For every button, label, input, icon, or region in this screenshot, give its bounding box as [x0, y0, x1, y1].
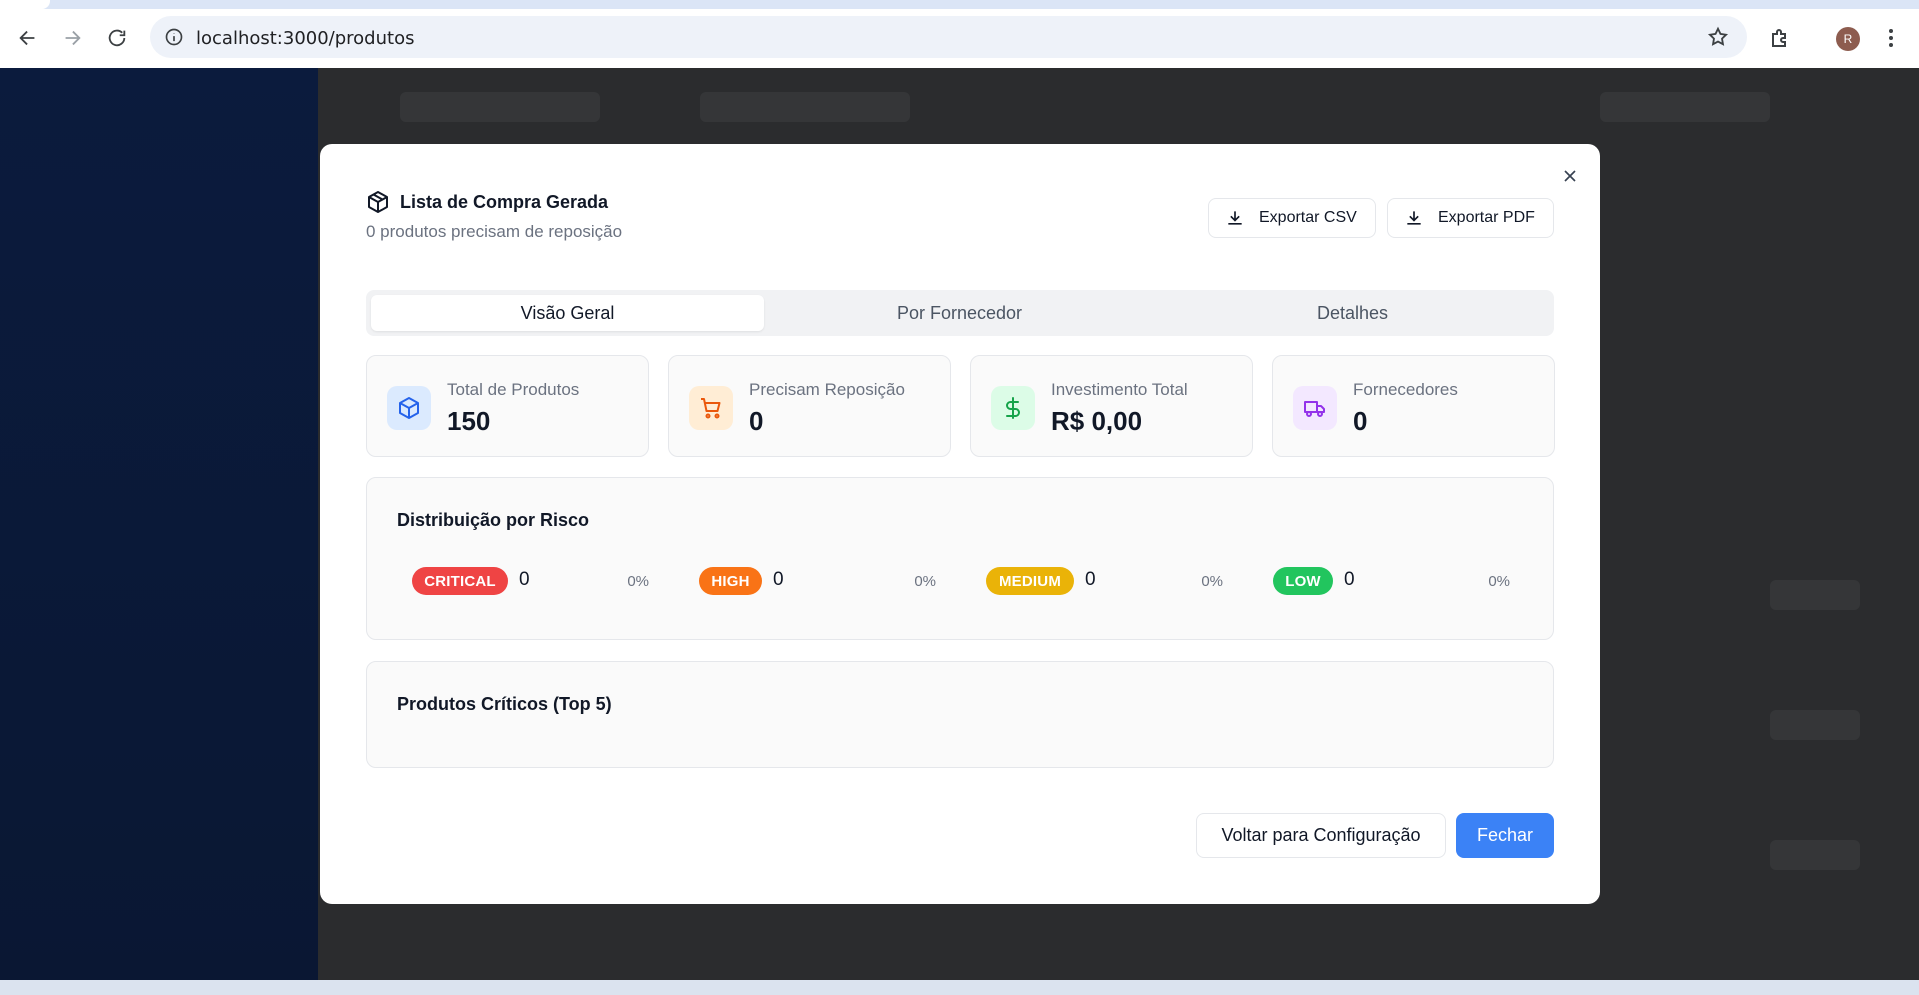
address-bar[interactable]: localhost:3000/produtos: [150, 16, 1747, 58]
backdrop-action-block: [1770, 840, 1860, 870]
stat-value: 0: [749, 406, 764, 436]
critical-products-panel: Produtos Críticos (Top 5): [366, 661, 1554, 768]
stat-value: 0: [1353, 406, 1368, 436]
reload-icon[interactable]: [103, 24, 131, 52]
stat-label: Investimento Total: [1051, 380, 1188, 399]
risk-percent: 0%: [914, 573, 936, 590]
risk-percent: 0%: [627, 573, 649, 590]
stat-label: Precisam Reposição: [749, 380, 905, 399]
export-pdf-label: Exportar PDF: [1438, 209, 1535, 226]
truck-icon: [1293, 386, 1337, 430]
stat-card-total-produtos: Total de Produtos 150: [366, 355, 649, 457]
export-pdf-button[interactable]: Exportar PDF: [1387, 198, 1554, 238]
tab-por-fornecedor[interactable]: Por Fornecedor: [763, 295, 1156, 331]
browser-menu-icon[interactable]: [1886, 26, 1896, 50]
stat-card-investimento-total: Investimento Total R$ 0,00: [970, 355, 1253, 457]
risk-distribution-panel: Distribuição por Risco CRITICAL 0 0% HIG…: [366, 477, 1554, 640]
panel-title: Produtos Críticos (Top 5): [397, 694, 612, 714]
dollar-icon: [991, 386, 1035, 430]
risk-badge-critical: CRITICAL: [412, 567, 508, 595]
panel-title: Distribuição por Risco: [397, 510, 590, 530]
browser-toolbar: localhost:3000/produtos R: [0, 0, 1919, 68]
stat-card-precisam-reposicao: Precisam Reposição 0: [668, 355, 951, 457]
stat-value: R$ 0,00: [1051, 406, 1143, 436]
risk-item-medium: MEDIUM 0 0%: [986, 567, 1223, 595]
export-csv-button[interactable]: Exportar CSV: [1208, 198, 1376, 238]
stat-label: Total de Produtos: [447, 380, 580, 399]
risk-percent: 0%: [1201, 573, 1223, 590]
info-icon[interactable]: [164, 27, 184, 47]
package-icon: [368, 191, 388, 213]
backdrop-action-block: [1770, 710, 1860, 740]
risk-item-critical: CRITICAL 0 0%: [412, 567, 649, 595]
forward-icon[interactable]: [58, 24, 86, 52]
dialog-header: Lista de Compra Gerada: [366, 190, 608, 214]
backdrop-header-block: [700, 92, 910, 122]
close-button[interactable]: Fechar: [1456, 813, 1554, 858]
stat-value: 150: [447, 406, 491, 436]
back-icon[interactable]: [14, 24, 42, 52]
view-tabs: Visão Geral Por Fornecedor Detalhes: [366, 290, 1554, 336]
risk-count: 0: [773, 569, 784, 590]
backdrop-header-block: [400, 92, 600, 122]
export-csv-label: Exportar CSV: [1259, 209, 1357, 226]
extensions-icon[interactable]: [1768, 26, 1792, 50]
download-icon: [1407, 211, 1421, 225]
risk-count: 0: [519, 569, 530, 590]
risk-count: 0: [1344, 569, 1355, 590]
stat-label: Fornecedores: [1353, 380, 1458, 399]
bookmark-star-icon[interactable]: [1707, 26, 1729, 48]
cart-icon: [689, 386, 733, 430]
risk-item-low: LOW 0 0%: [1273, 567, 1510, 595]
active-tab[interactable]: [0, 0, 50, 9]
app-sidebar: [0, 68, 318, 980]
tab-detalhes[interactable]: Detalhes: [1156, 295, 1549, 331]
download-icon: [1228, 211, 1242, 225]
backdrop-header-block: [1600, 92, 1770, 122]
dialog-title: Lista de Compra Gerada: [400, 191, 609, 212]
risk-percent: 0%: [1488, 573, 1510, 590]
back-to-config-button[interactable]: Voltar para Configuração: [1196, 813, 1446, 858]
risk-badge-medium: MEDIUM: [986, 567, 1074, 595]
risk-badge-high: HIGH: [699, 567, 762, 595]
risk-count: 0: [1085, 569, 1096, 590]
stat-card-fornecedores: Fornecedores 0: [1272, 355, 1555, 457]
os-taskbar: [0, 980, 1919, 995]
risk-item-high: HIGH 0 0%: [699, 567, 936, 595]
tab-visao-geral[interactable]: Visão Geral: [371, 295, 764, 331]
package-icon: [387, 386, 431, 430]
url-text[interactable]: localhost:3000/produtos: [196, 28, 414, 49]
dialog-subtitle: 0 produtos precisam de reposição: [366, 222, 623, 241]
tab-strip: [0, 0, 1919, 9]
profile-avatar[interactable]: R: [1836, 27, 1860, 51]
backdrop-action-block: [1770, 580, 1860, 610]
risk-badge-low: LOW: [1273, 567, 1333, 595]
close-icon[interactable]: [1560, 166, 1580, 186]
purchase-list-dialog: Lista de Compra Gerada 0 produtos precis…: [320, 144, 1600, 904]
